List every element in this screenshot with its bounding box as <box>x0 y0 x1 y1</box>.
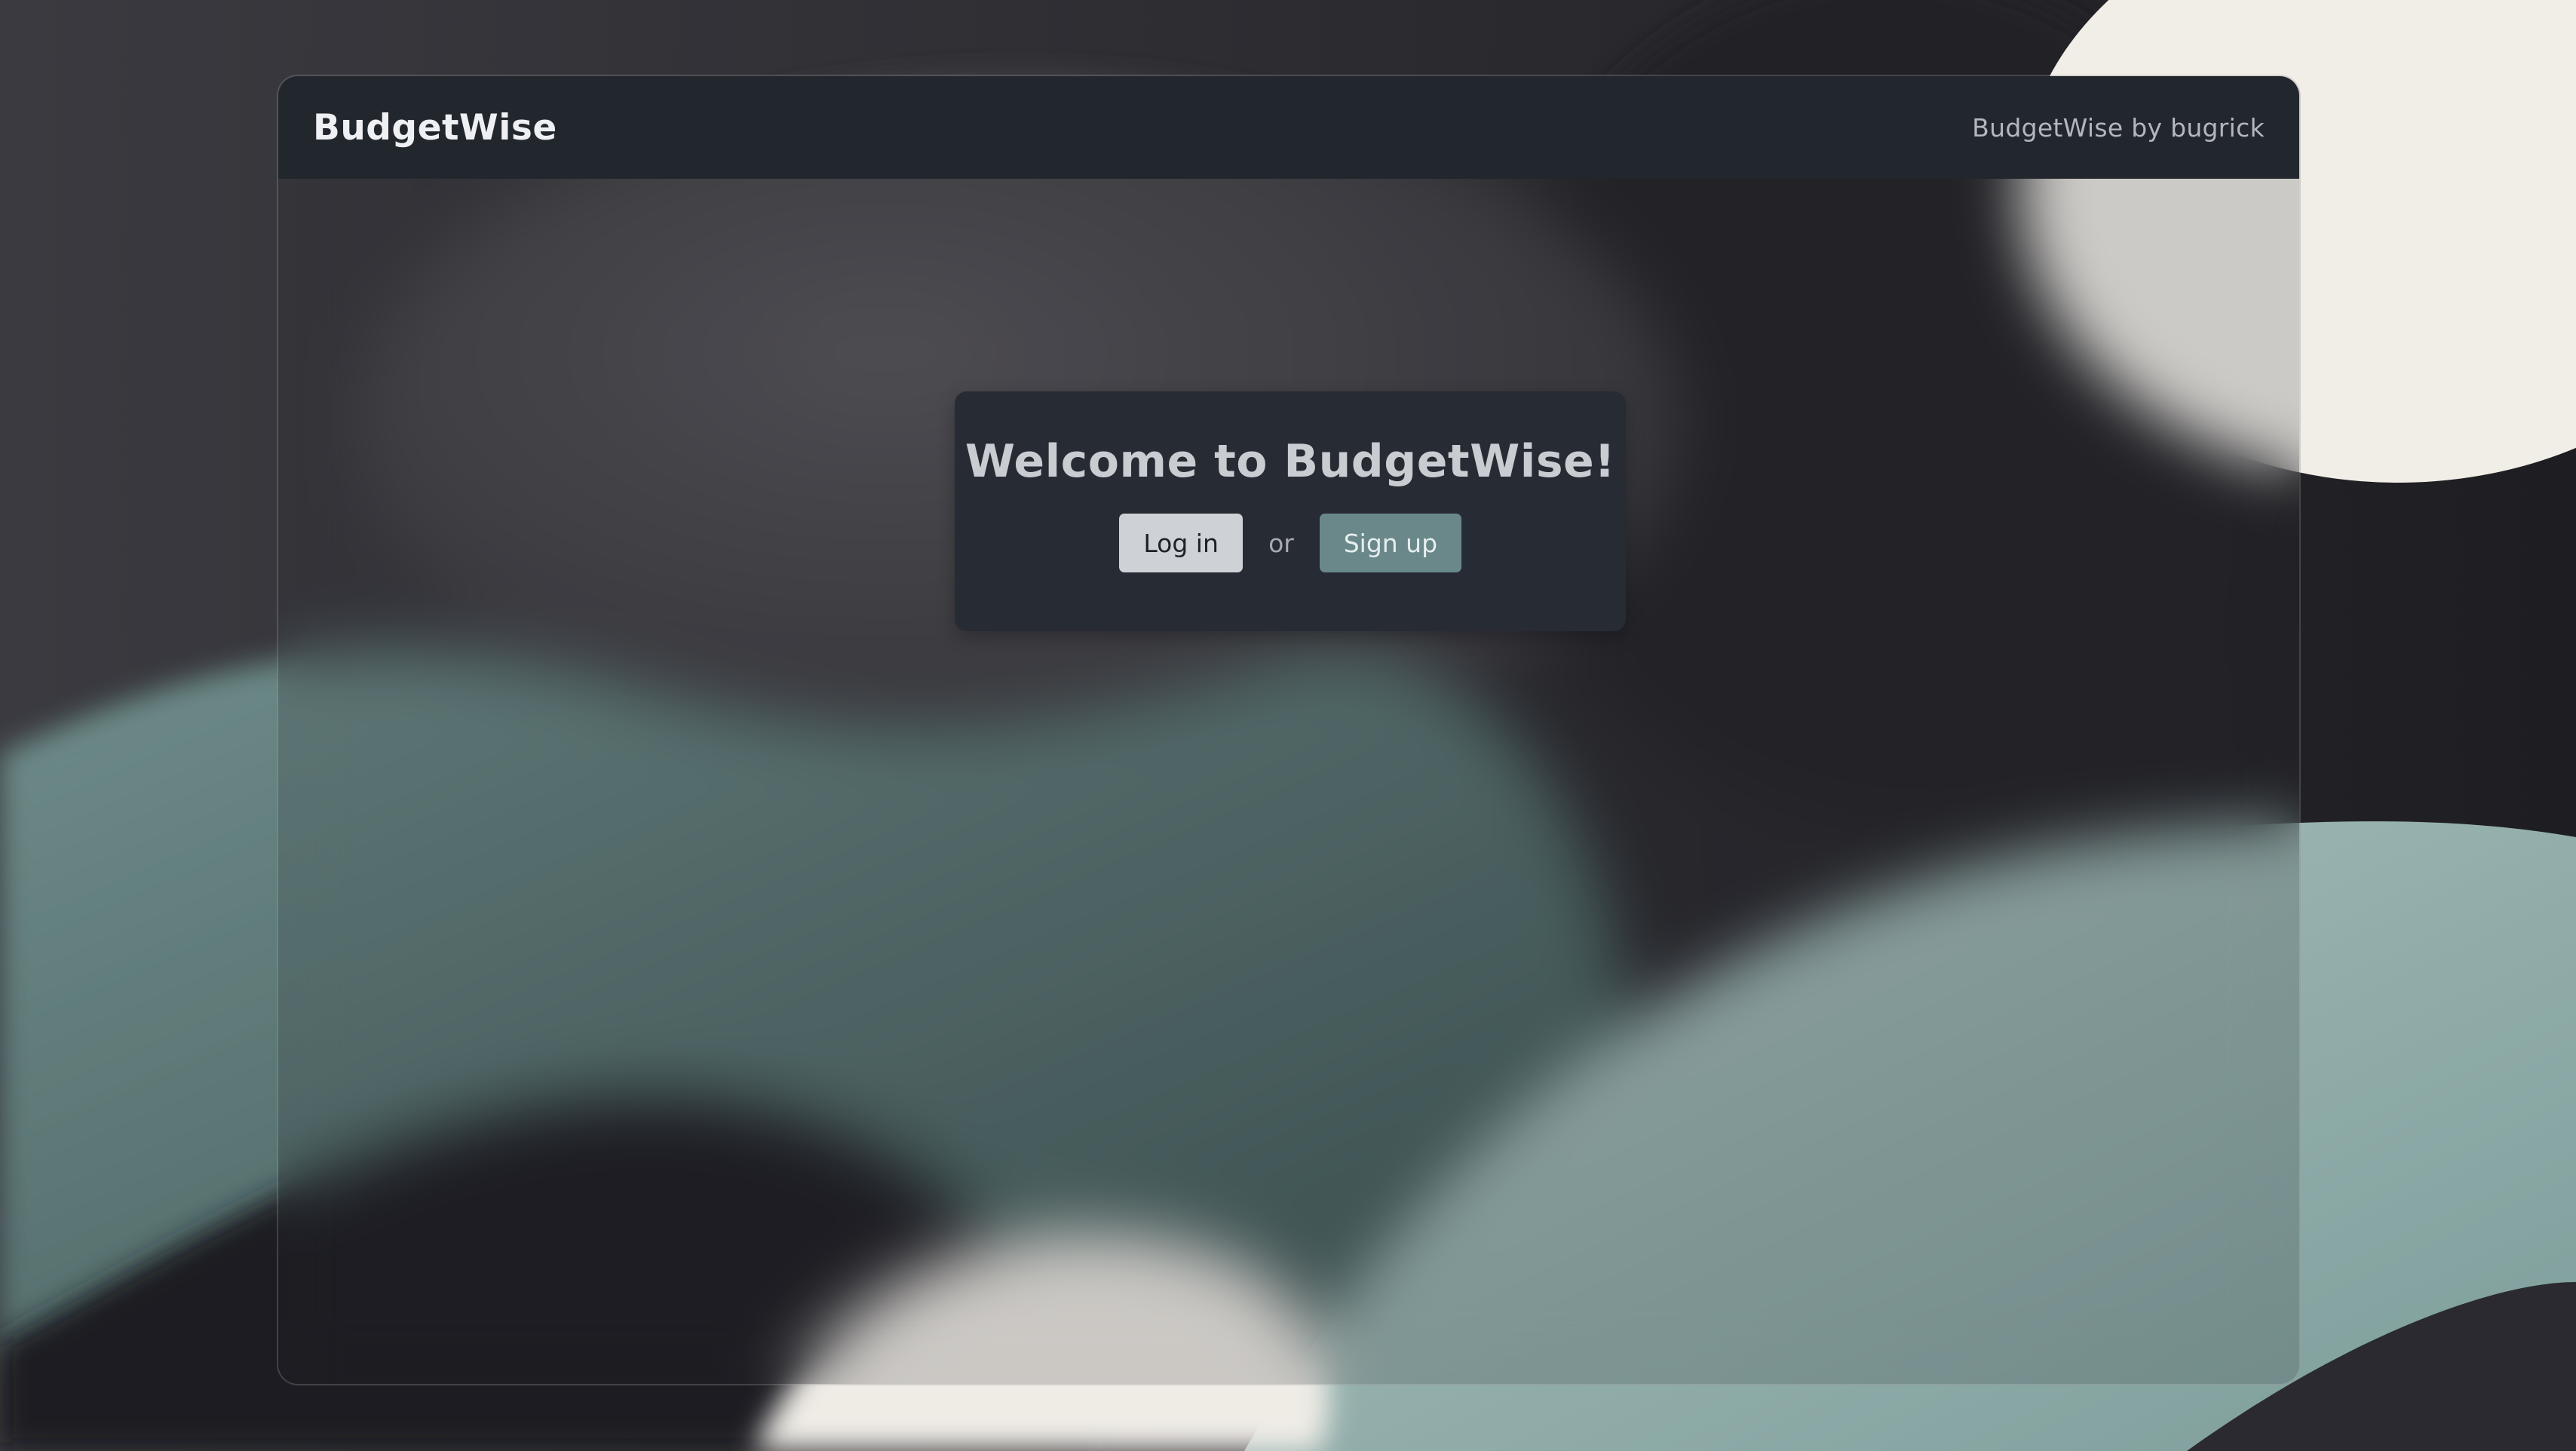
login-button[interactable]: Log in <box>1119 514 1244 572</box>
signup-button[interactable]: Sign up <box>1319 514 1461 572</box>
or-separator: or <box>1268 528 1294 558</box>
top-navbar: BudgetWise BudgetWise by bugrick <box>278 76 2299 179</box>
author-credit: BudgetWise by bugrick <box>1972 112 2265 143</box>
welcome-heading: Welcome to BudgetWise! <box>964 435 1616 488</box>
window-glass-backdrop <box>278 76 2299 1384</box>
app-window: BudgetWise BudgetWise by bugrick Welcome… <box>277 75 2301 1385</box>
auth-actions: Log in or Sign up <box>1119 514 1461 572</box>
brand-logo[interactable]: BudgetWise <box>313 107 557 149</box>
welcome-card: Welcome to BudgetWise! Log in or Sign up <box>955 391 1626 631</box>
